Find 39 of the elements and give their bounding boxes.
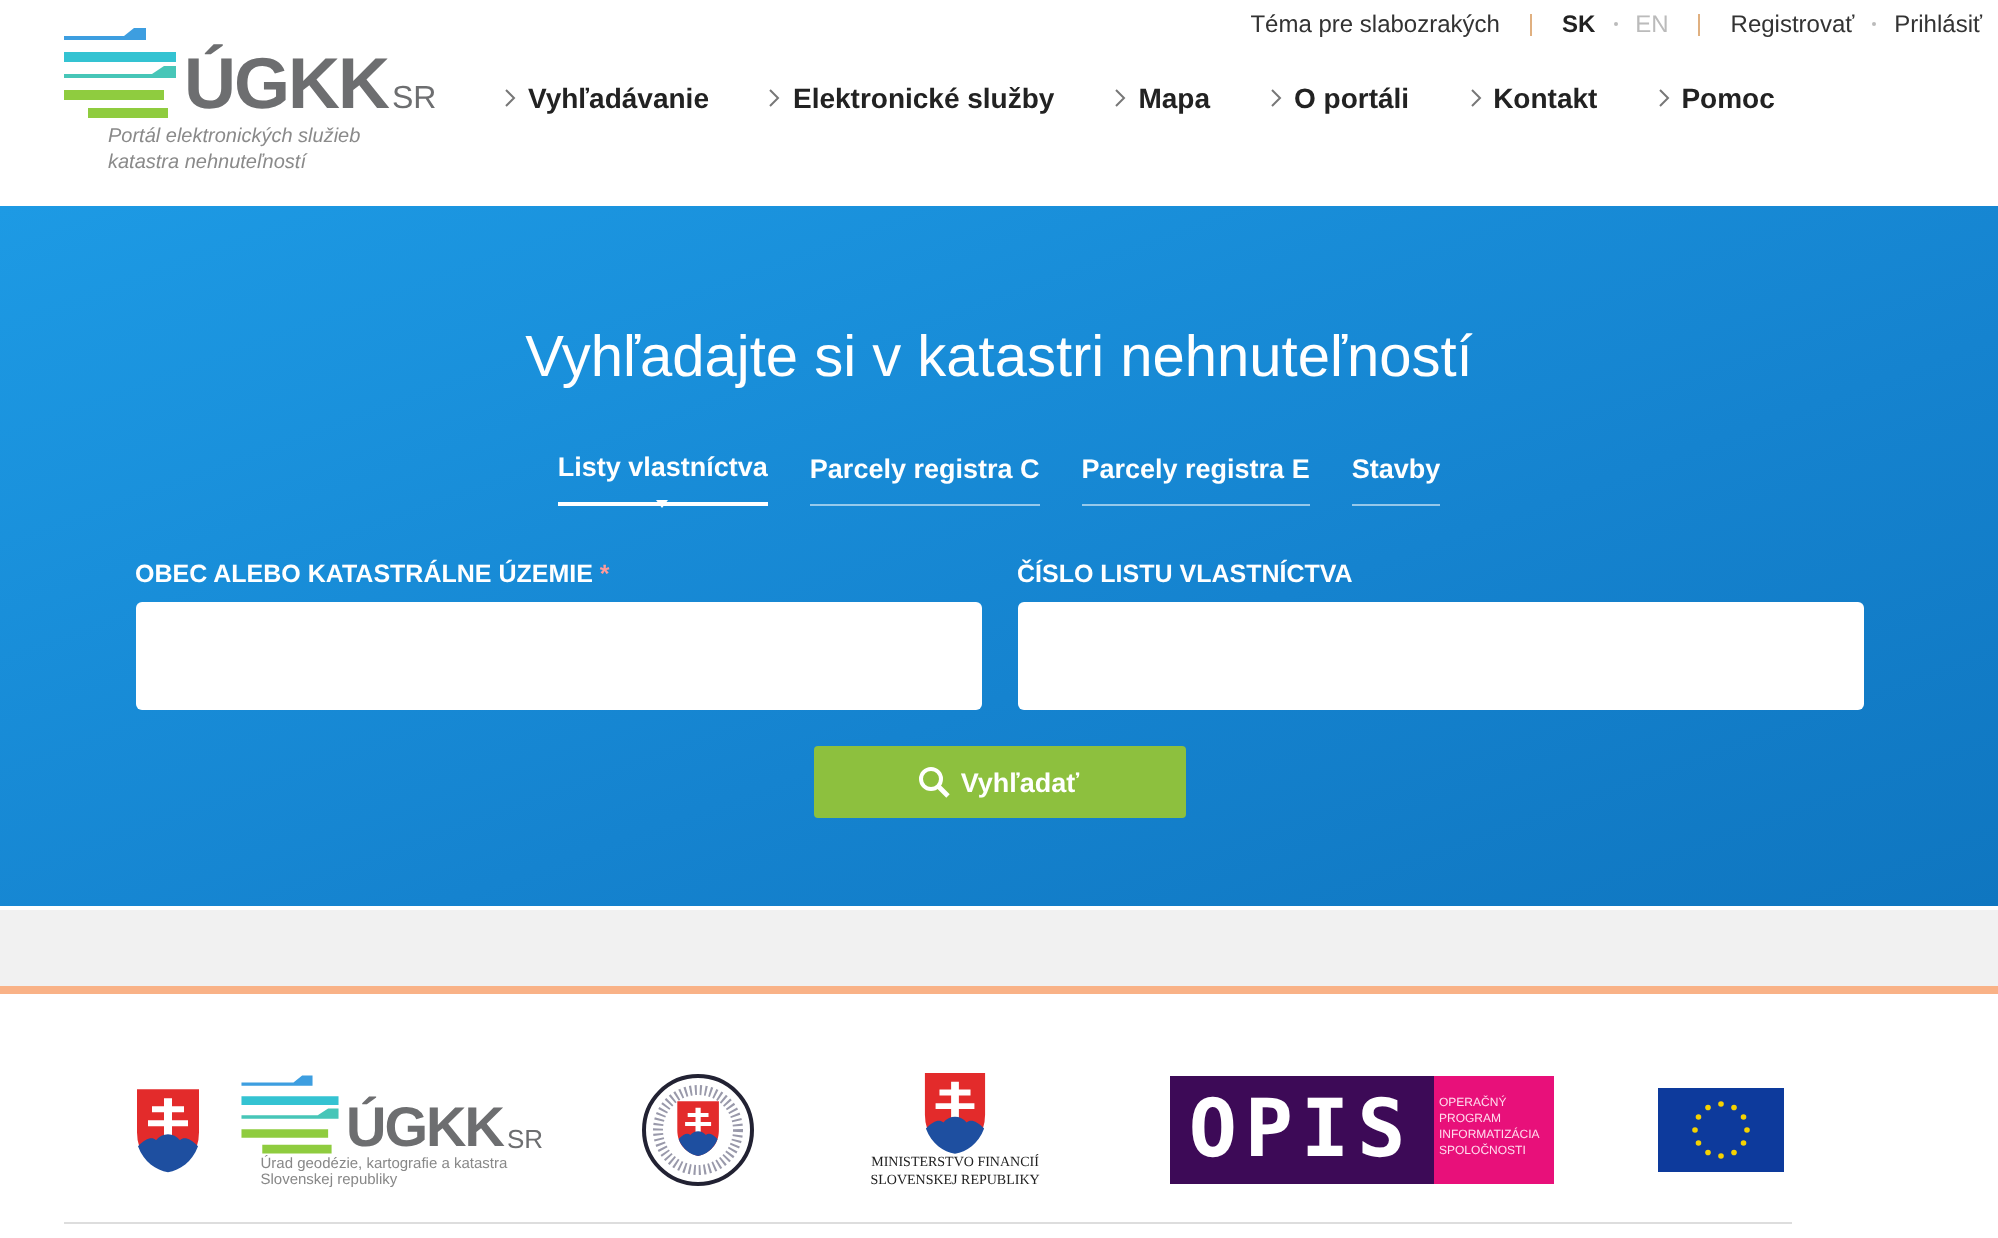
chevron-icon: [1114, 88, 1127, 108]
login-link[interactable]: Prihlásiť: [1894, 10, 1982, 38]
footer-logo-suffix: SR: [506, 1125, 544, 1152]
footer-logo-wordmark: ÚGKK: [346, 1099, 503, 1156]
opis-logo: OPIS: [1169, 1076, 1434, 1184]
logo-tagline: Portál elektronických služieb katastra nehnuteľností: [108, 124, 363, 176]
stripes-logo-icon: [60, 24, 180, 120]
shield-cross-icon: [134, 1085, 202, 1175]
language-link[interactable]: SK: [1561, 10, 1596, 38]
government-seal-icon: [639, 1072, 756, 1188]
search-icon: [918, 766, 951, 798]
shield-cross-icon: [922, 1069, 989, 1155]
nav-link[interactable]: Vyhľadávanie: [504, 82, 709, 114]
nav-link[interactable]: Kontakt: [1469, 82, 1598, 114]
chevron-icon: [1657, 88, 1670, 108]
chevron-icon: [1469, 88, 1482, 108]
nav-link[interactable]: Pomoc: [1657, 82, 1775, 114]
search-tab[interactable]: Parcely registra C: [809, 452, 1040, 506]
eu-flag-icon: [1657, 1088, 1784, 1172]
nav-link[interactable]: Mapa: [1114, 82, 1210, 114]
logo-wordmark: ÚGKK: [184, 48, 388, 120]
chevron-icon: [768, 88, 781, 108]
hero-title: Vyhľadajte si v katastri nehnuteľností: [525, 326, 1473, 392]
input-field[interactable]: [1017, 602, 1863, 710]
search-tab[interactable]: Parcely registra E: [1081, 452, 1310, 506]
stripes-logo-icon: [238, 1072, 342, 1156]
chevron-icon: [1270, 88, 1282, 108]
search-tab[interactable]: Stavby: [1351, 452, 1441, 506]
field-label: ČÍSLO LISTU VLASTNÍCTVA: [1017, 560, 1355, 588]
search-tab[interactable]: Listy vlastníctva: [557, 452, 768, 506]
chevron-icon: [504, 88, 516, 108]
nav-link[interactable]: O portáli: [1270, 82, 1410, 114]
accessibility-link[interactable]: Téma pre slabozrakých: [1250, 10, 1500, 38]
logo-suffix: SR: [392, 84, 437, 116]
register-link[interactable]: Registrovať: [1730, 10, 1855, 38]
required-mark: *: [599, 560, 610, 588]
field-label: OBEC ALEBO KATASTRÁLNE ÚZEMIE *: [135, 560, 612, 588]
input-field[interactable]: [135, 602, 981, 710]
nav-link[interactable]: Elektronické služby: [768, 82, 1055, 114]
